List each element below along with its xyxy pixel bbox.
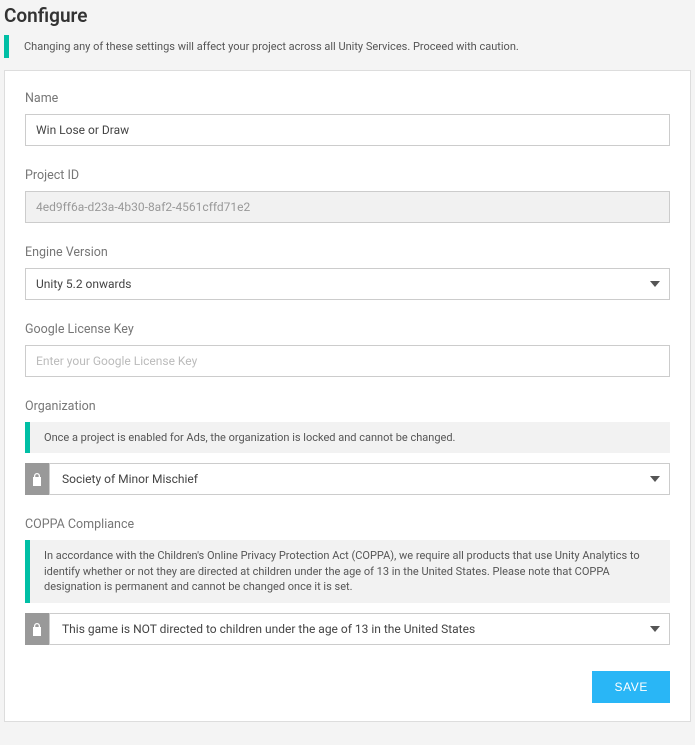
- name-field-block: Name: [25, 91, 670, 146]
- organization-label: Organization: [25, 399, 670, 414]
- button-row: SAVE: [25, 671, 670, 703]
- engine-version-select[interactable]: Unity 5.2 onwards: [25, 268, 670, 300]
- organization-select-wrap[interactable]: Society of Minor Mischief: [49, 463, 670, 495]
- organization-locked-row: Society of Minor Mischief: [25, 463, 670, 495]
- lock-icon: [25, 463, 49, 495]
- organization-notice: Once a project is enabled for Ads, the o…: [25, 422, 670, 453]
- coppa-field-block: COPPA Compliance In accordance with the …: [25, 517, 670, 644]
- project-id-field-block: Project ID: [25, 168, 670, 223]
- organization-select[interactable]: Society of Minor Mischief: [49, 463, 670, 495]
- engine-version-field-block: Engine Version Unity 5.2 onwards: [25, 245, 670, 300]
- engine-version-label: Engine Version: [25, 245, 670, 260]
- name-input[interactable]: [25, 114, 670, 146]
- top-warning-banner: Changing any of these settings will affe…: [4, 35, 691, 58]
- coppa-select-wrap[interactable]: This game is NOT directed to children un…: [49, 613, 670, 645]
- organization-field-block: Organization Once a project is enabled f…: [25, 399, 670, 495]
- coppa-notice-text: In accordance with the Children's Online…: [30, 540, 670, 602]
- project-id-input: [25, 191, 670, 223]
- coppa-label: COPPA Compliance: [25, 517, 670, 532]
- warning-banner-text: Changing any of these settings will affe…: [9, 35, 519, 58]
- google-license-input[interactable]: [25, 345, 670, 377]
- coppa-select[interactable]: This game is NOT directed to children un…: [49, 613, 670, 645]
- organization-notice-text: Once a project is enabled for Ads, the o…: [30, 422, 469, 453]
- coppa-notice: In accordance with the Children's Online…: [25, 540, 670, 602]
- page-title: Configure: [4, 4, 691, 27]
- save-button[interactable]: SAVE: [592, 671, 670, 703]
- google-license-field-block: Google License Key: [25, 322, 670, 377]
- lock-icon: [25, 613, 49, 645]
- engine-version-select-wrap[interactable]: Unity 5.2 onwards: [25, 268, 670, 300]
- project-id-label: Project ID: [25, 168, 670, 183]
- coppa-locked-row: This game is NOT directed to children un…: [25, 613, 670, 645]
- configure-card: Name Project ID Engine Version Unity 5.2…: [4, 70, 691, 722]
- name-label: Name: [25, 91, 670, 106]
- google-license-label: Google License Key: [25, 322, 670, 337]
